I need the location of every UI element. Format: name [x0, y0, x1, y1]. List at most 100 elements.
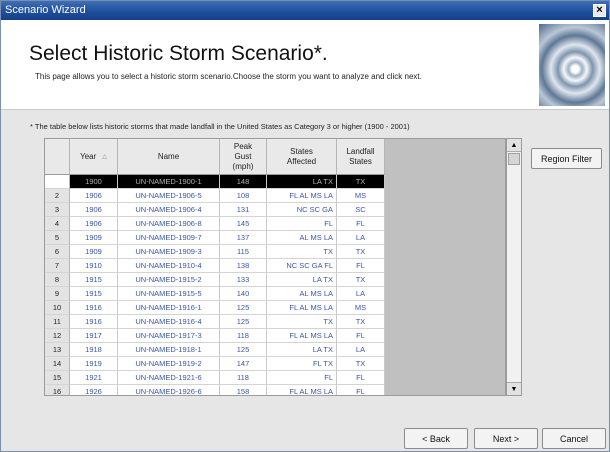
cell-name: UN-NAMED-1906-8	[118, 217, 220, 231]
cell-states-affected: LA TX	[267, 343, 337, 357]
column-header-year-label: Year	[80, 151, 97, 161]
cell-states-affected: TX	[267, 245, 337, 259]
cell-name: UN-NAMED-1921-6	[118, 371, 220, 385]
cell-name: UN-NAMED-1900-1	[118, 175, 220, 189]
cell-peak-gust: 125	[220, 301, 267, 315]
scroll-down-button[interactable]: ▼	[507, 382, 521, 395]
next-button[interactable]: Next >	[474, 428, 538, 449]
cell-year: 1916	[70, 315, 118, 329]
title-bar: Scenario Wizard ×	[1, 1, 609, 20]
cell-landfall-states: FL	[337, 385, 385, 395]
cell-year: 1917	[70, 329, 118, 343]
row-number: 16	[45, 385, 70, 395]
close-icon[interactable]: ×	[593, 4, 606, 17]
cell-states-affected: AL MS LA	[267, 287, 337, 301]
back-button[interactable]: < Back	[404, 428, 468, 449]
table-vertical-scrollbar[interactable]: ▲ ▼	[506, 138, 522, 396]
cell-landfall-states: LA	[337, 343, 385, 357]
cell-peak-gust: 158	[220, 385, 267, 395]
window-title: Scenario Wizard	[5, 4, 86, 16]
cell-year: 1900	[70, 175, 118, 189]
cell-states-affected: FL AL MS LA	[267, 329, 337, 343]
cell-peak-gust: 125	[220, 343, 267, 357]
row-number: 10	[45, 301, 70, 315]
cell-landfall-states: FL	[337, 217, 385, 231]
table-row[interactable]: 11 1916 UN-NAMED-1916-4 125 TX TX	[45, 315, 385, 329]
cell-states-affected: LA TX	[267, 273, 337, 287]
cell-name: UN-NAMED-1906-4	[118, 203, 220, 217]
hurricane-satellite-image	[539, 24, 605, 106]
row-number: 2	[45, 189, 70, 203]
table-row[interactable]: 2 1906 UN-NAMED-1906-5 108 FL AL MS LA MS	[45, 189, 385, 203]
cell-states-affected: TX	[267, 315, 337, 329]
cell-landfall-states: SC	[337, 203, 385, 217]
storm-table: Year △ Name Peak Gust (mph) States Affec…	[44, 138, 506, 396]
table-row[interactable]: 10 1916 UN-NAMED-1916-1 125 FL AL MS LA MS	[45, 301, 385, 315]
cell-year: 1916	[70, 301, 118, 315]
cell-year: 1906	[70, 203, 118, 217]
cell-name: UN-NAMED-1915-2	[118, 273, 220, 287]
cell-peak-gust: 118	[220, 329, 267, 343]
table-row[interactable]: 1900 UN-NAMED-1900-1 148 LA TX TX	[45, 175, 385, 189]
column-header-name[interactable]: Name	[118, 139, 220, 175]
cell-name: UN-NAMED-1918-1	[118, 343, 220, 357]
table-row[interactable]: 12 1917 UN-NAMED-1917-3 118 FL AL MS LA FL	[45, 329, 385, 343]
cell-states-affected: FL AL MS LA	[267, 301, 337, 315]
cell-states-affected: LA TX	[267, 175, 337, 189]
cell-states-affected: NC SC GA	[267, 203, 337, 217]
scroll-up-button[interactable]: ▲	[507, 139, 521, 152]
sort-indicator-icon: △	[102, 153, 107, 160]
table-row[interactable]: 9 1915 UN-NAMED-1915-5 140 AL MS LA LA	[45, 287, 385, 301]
scroll-thumb[interactable]	[508, 153, 520, 165]
cell-year: 1921	[70, 371, 118, 385]
cell-states-affected: FL	[267, 371, 337, 385]
cell-name: UN-NAMED-1919-2	[118, 357, 220, 371]
table-row[interactable]: 13 1918 UN-NAMED-1918-1 125 LA TX LA	[45, 343, 385, 357]
cell-peak-gust: 148	[220, 175, 267, 189]
cell-name: UN-NAMED-1906-5	[118, 189, 220, 203]
table-row[interactable]: 6 1909 UN-NAMED-1909-3 115 TX TX	[45, 245, 385, 259]
cell-states-affected: AL MS LA	[267, 231, 337, 245]
region-filter-button[interactable]: Region Filter	[531, 148, 602, 169]
table-row[interactable]: 8 1915 UN-NAMED-1915-2 133 LA TX TX	[45, 273, 385, 287]
cell-year: 1915	[70, 273, 118, 287]
cell-name: UN-NAMED-1910-4	[118, 259, 220, 273]
column-header-name-label: Name	[157, 151, 180, 161]
column-header-states-affected[interactable]: States Affected	[267, 139, 337, 175]
cancel-button[interactable]: Cancel	[542, 428, 606, 449]
row-number: 3	[45, 203, 70, 217]
cell-name: UN-NAMED-1915-5	[118, 287, 220, 301]
cell-peak-gust: 133	[220, 273, 267, 287]
row-number: 15	[45, 371, 70, 385]
cell-peak-gust: 137	[220, 231, 267, 245]
table-row[interactable]: 4 1906 UN-NAMED-1906-8 145 FL FL	[45, 217, 385, 231]
cell-peak-gust: 140	[220, 287, 267, 301]
cell-landfall-states: MS	[337, 301, 385, 315]
table-row[interactable]: 14 1919 UN-NAMED-1919-2 147 FL TX TX	[45, 357, 385, 371]
column-header-landfall-states-label: Landfall States	[346, 146, 375, 166]
page-title: Select Historic Storm Scenario*.	[29, 42, 328, 65]
table-row[interactable]: 7 1910 UN-NAMED-1910-4 138 NC SC GA FL FL	[45, 259, 385, 273]
row-number: 9	[45, 287, 70, 301]
table-row[interactable]: 5 1909 UN-NAMED-1909-7 137 AL MS LA LA	[45, 231, 385, 245]
cell-year: 1909	[70, 245, 118, 259]
column-header-peak-gust[interactable]: Peak Gust (mph)	[220, 139, 267, 175]
cell-peak-gust: 118	[220, 371, 267, 385]
cell-name: UN-NAMED-1926-6	[118, 385, 220, 395]
column-header-landfall-states[interactable]: Landfall States	[337, 139, 385, 175]
cell-peak-gust: 145	[220, 217, 267, 231]
cell-name: UN-NAMED-1909-7	[118, 231, 220, 245]
cell-landfall-states: TX	[337, 245, 385, 259]
cell-year: 1926	[70, 385, 118, 395]
scenario-wizard-window: Scenario Wizard × Select Historic Storm …	[0, 0, 610, 452]
table-row[interactable]: 15 1921 UN-NAMED-1921-6 118 FL FL	[45, 371, 385, 385]
row-number: 12	[45, 329, 70, 343]
table-row[interactable]: 16 1926 UN-NAMED-1926-6 158 FL AL MS LA FL	[45, 385, 385, 395]
row-number: 4	[45, 217, 70, 231]
cell-states-affected: FL TX	[267, 357, 337, 371]
cell-peak-gust: 131	[220, 203, 267, 217]
column-header-year[interactable]: Year △	[70, 139, 118, 175]
table-row[interactable]: 3 1906 UN-NAMED-1906-4 131 NC SC GA SC	[45, 203, 385, 217]
row-number: 11	[45, 315, 70, 329]
row-number-header[interactable]	[45, 139, 70, 175]
